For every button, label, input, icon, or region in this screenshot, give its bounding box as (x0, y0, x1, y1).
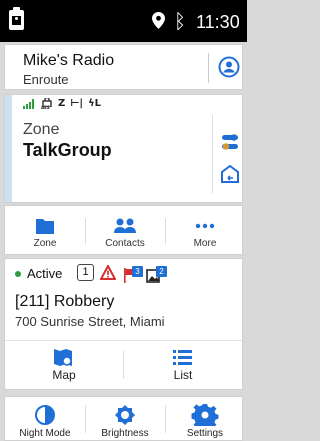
warning-triangle-icon (100, 265, 116, 280)
clipboard-icon (9, 7, 24, 30)
attachment-image-icon: 2 (146, 265, 168, 283)
divider (208, 53, 209, 83)
settings-label: Settings (186, 428, 224, 439)
signal-bars-icon (23, 99, 34, 109)
brightness-button[interactable]: Brightness (85, 397, 165, 441)
more-dots-icon (195, 223, 215, 229)
list-icon (173, 350, 192, 365)
nav-more-label: More (193, 238, 217, 249)
toggle-switches-icon[interactable] (220, 133, 240, 151)
location-pin-icon (152, 12, 165, 29)
nav-contacts-button[interactable]: Contacts (85, 206, 165, 256)
map-icon (54, 349, 72, 366)
settings-button[interactable]: Settings (165, 397, 245, 441)
clock-time: 11:30 (196, 12, 240, 32)
divider (5, 340, 242, 341)
return-home-icon[interactable] (220, 165, 240, 183)
nav-zone-button[interactable]: Zone (5, 206, 85, 256)
image-count-badge: 2 (156, 266, 167, 277)
user-circle-icon[interactable] (218, 56, 240, 78)
nav-more-button[interactable]: More (165, 206, 245, 256)
aes-encryption-icon: AES (41, 98, 53, 110)
night-mode-label: Night Mode (19, 428, 71, 439)
divider (212, 115, 213, 193)
brightness-label: Brightness (101, 428, 149, 439)
flag-count-badge: 3 (132, 266, 143, 277)
card-accent-bar (5, 95, 12, 202)
folder-icon (36, 219, 54, 234)
night-mode-button[interactable]: Night Mode (5, 397, 85, 441)
zone-label: Zone (23, 121, 60, 138)
talkgroup-name: TalkGroup (23, 140, 112, 160)
brightness-icon (115, 405, 135, 425)
settings-gear-icon (191, 404, 219, 426)
incident-address: 700 Sunrise Street, Miami (15, 314, 165, 329)
low-power-icon: ϟL (88, 98, 102, 109)
list-button[interactable]: List (124, 343, 242, 389)
bottom-nav-bar: Night Mode Brightness Settings (4, 396, 243, 441)
contacts-icon (114, 218, 136, 233)
incident-title: [211] Robbery (15, 293, 115, 310)
radio-header-card[interactable]: Mike's Radio Enroute (4, 44, 243, 90)
top-nav-bar: Zone Contacts More (4, 205, 243, 255)
talkaround-icon: ⊢| (70, 98, 84, 109)
status-bar: ᛒ 11:30 (0, 0, 247, 42)
radio-indicator-icons: AES Z ⊢| ϟL (23, 98, 101, 110)
night-mode-icon (35, 405, 55, 425)
nav-zone-label: Zone (33, 238, 57, 249)
zone-talkgroup-card[interactable]: AES Z ⊢| ϟL Zone TalkGroup (4, 94, 243, 203)
incident-card[interactable]: Active 1 3 2 [211] Robbery 700 Sunrise S… (4, 258, 243, 390)
incident-status: Active (27, 266, 63, 281)
aes-label: AES (41, 105, 50, 110)
priority-flag-icon: 3 (123, 265, 143, 283)
bluetooth-icon: ᛒ (174, 9, 186, 33)
radio-name: Mike's Radio (23, 52, 115, 69)
incident-count-badge: 1 (77, 264, 94, 281)
nav-contacts-label: Contacts (105, 238, 145, 249)
list-label: List (173, 368, 193, 382)
radio-status: Enroute (23, 72, 69, 87)
map-label: Map (52, 368, 76, 382)
map-button[interactable]: Map (5, 343, 123, 389)
status-dot (15, 271, 21, 277)
scan-icon: Z (58, 98, 66, 109)
